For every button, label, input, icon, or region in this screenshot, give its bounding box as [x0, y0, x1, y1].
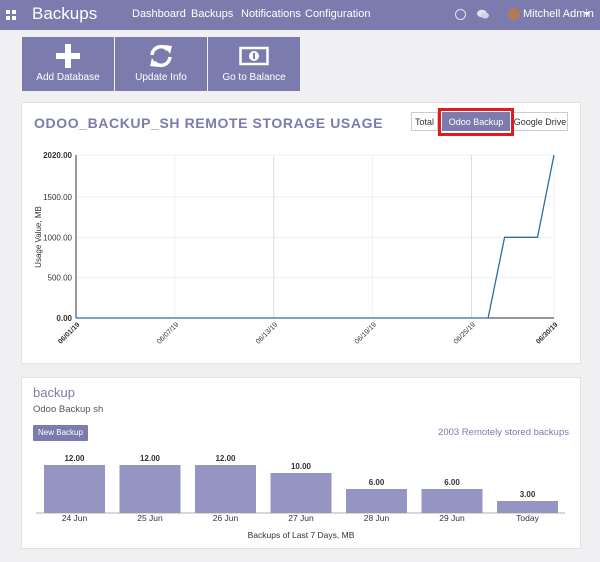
backup-title: backup [33, 385, 75, 400]
nav-configuration[interactable]: Configuration [305, 8, 370, 20]
money-icon [239, 46, 269, 66]
chat-icon[interactable] [477, 9, 489, 20]
refresh-icon [150, 44, 172, 68]
backup-panel [21, 377, 581, 549]
tab-total[interactable]: Total [411, 112, 438, 131]
update-info-label: Update Info [135, 72, 187, 83]
app-title: Backups [32, 4, 98, 23]
tab-google-drive[interactable]: Google Drive [512, 112, 568, 131]
plus-icon [56, 44, 80, 68]
top-navbar: Backups Dashboard Backups Notifications … [0, 0, 600, 30]
clock-icon[interactable] [455, 9, 466, 20]
add-database-button[interactable]: Add Database [22, 37, 114, 91]
go-to-balance-button[interactable]: Go to Balance [208, 37, 300, 91]
update-info-button[interactable]: Update Info [115, 37, 207, 91]
storage-usage-title: ODOO_BACKUP_SH REMOTE STORAGE USAGE [34, 115, 384, 131]
go-to-balance-label: Go to Balance [222, 72, 286, 83]
nav-notifications[interactable]: Notifications [241, 8, 301, 20]
backup-subtitle: Odoo Backup sh [33, 404, 104, 415]
stored-backups-link[interactable]: 2003 Remotely stored backups [438, 427, 569, 438]
storage-usage-panel: ODOO_BACKUP_SH REMOTE STORAGE USAGE [21, 102, 581, 364]
add-database-label: Add Database [36, 72, 100, 83]
apps-icon[interactable] [6, 10, 16, 20]
new-backup-button[interactable]: New Backup [33, 425, 88, 441]
nav-dashboard[interactable]: Dashboard [132, 8, 186, 20]
user-avatar[interactable] [508, 8, 520, 20]
nav-backups[interactable]: Backups [191, 8, 233, 20]
tab-highlight-box [438, 108, 514, 136]
caret-down-icon[interactable] [584, 12, 590, 16]
